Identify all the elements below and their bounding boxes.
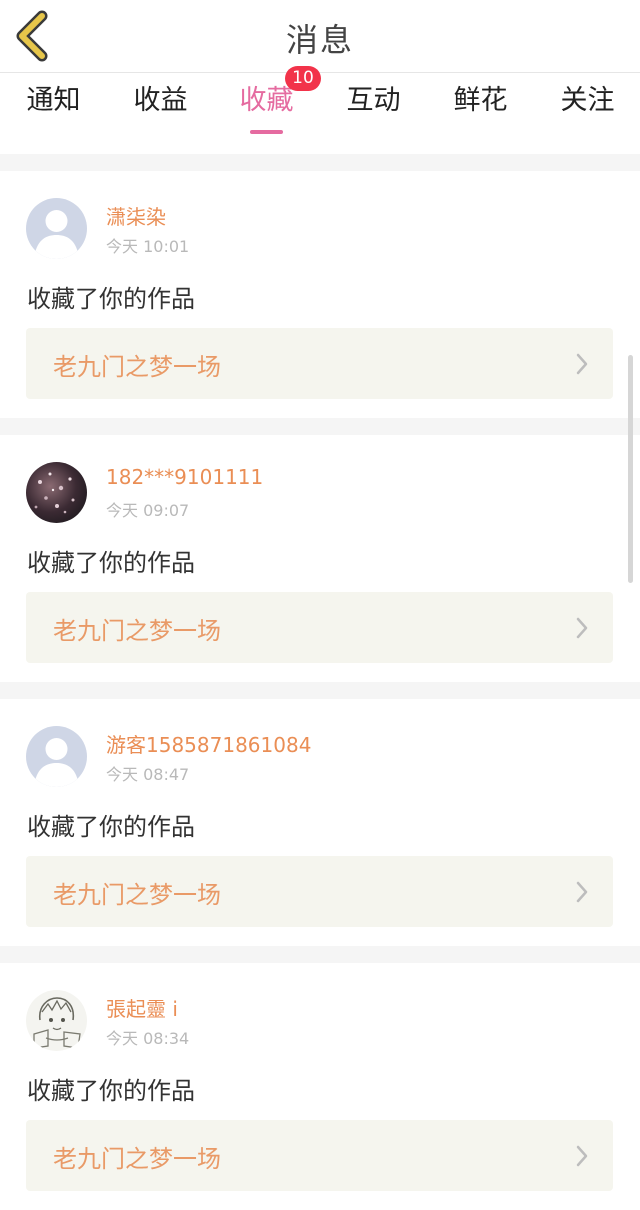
work-title: 老九门之梦一场 bbox=[53, 617, 221, 645]
action-text: 收藏了你的作品 bbox=[27, 813, 195, 841]
avatar[interactable] bbox=[26, 726, 87, 787]
message-card: 張起靈 i 今天 08:34 收藏了你的作品 老九门之梦一场 bbox=[0, 963, 640, 1210]
tab-interactions[interactable]: 互动 bbox=[320, 81, 427, 137]
tab-notifications[interactable]: 通知 bbox=[0, 81, 107, 137]
work-title: 老九门之梦一场 bbox=[53, 881, 221, 909]
active-tab-indicator bbox=[250, 130, 283, 134]
tab-label: 通知 bbox=[26, 85, 81, 116]
chevron-right-icon bbox=[576, 353, 588, 375]
unread-count-badge: 10 bbox=[285, 66, 321, 91]
tab-earnings[interactable]: 收益 bbox=[107, 81, 214, 137]
message-card: 182***9101111 今天 09:07 收藏了你的作品 老九门之梦一场 bbox=[0, 435, 640, 682]
timestamp: 今天 08:34 bbox=[106, 1029, 190, 1048]
tab-label: 收益 bbox=[133, 85, 188, 116]
timestamp: 今天 09:07 bbox=[106, 501, 190, 520]
page-title: 消息 bbox=[285, 21, 354, 59]
work-link[interactable]: 老九门之梦一场 bbox=[26, 856, 613, 927]
avatar[interactable] bbox=[26, 462, 87, 523]
chevron-right-icon bbox=[576, 881, 588, 903]
message-card: 潇柒染 今天 10:01 收藏了你的作品 老九门之梦一场 bbox=[0, 171, 640, 418]
tab-label: 关注 bbox=[560, 85, 615, 116]
default-avatar-icon bbox=[26, 726, 87, 787]
messages-screen: 消息 通知 收益 收藏 互动 鲜花 关注 10 潇柒染 今天 10:01 收藏了… bbox=[0, 0, 640, 1210]
tab-label: 收藏 bbox=[239, 85, 294, 116]
timestamp: 今天 10:01 bbox=[106, 237, 190, 256]
work-title: 老九门之梦一场 bbox=[53, 353, 221, 381]
scrollbar[interactable] bbox=[628, 355, 633, 583]
action-text: 收藏了你的作品 bbox=[27, 1077, 195, 1105]
timestamp: 今天 08:47 bbox=[106, 765, 190, 784]
tab-follows[interactable]: 关注 bbox=[534, 81, 640, 137]
username[interactable]: 182***9101111 bbox=[106, 465, 263, 489]
tab-label: 互动 bbox=[346, 85, 401, 116]
chevron-right-icon bbox=[576, 617, 588, 639]
default-avatar-icon bbox=[26, 198, 87, 259]
work-link[interactable]: 老九门之梦一场 bbox=[26, 592, 613, 663]
avatar[interactable] bbox=[26, 198, 87, 259]
tab-bar: 通知 收益 收藏 互动 鲜花 关注 bbox=[0, 73, 640, 154]
work-link[interactable]: 老九门之梦一场 bbox=[26, 328, 613, 399]
photo-avatar bbox=[26, 462, 87, 523]
work-title: 老九门之梦一场 bbox=[53, 1145, 221, 1173]
sketch-avatar bbox=[26, 990, 87, 1051]
action-text: 收藏了你的作品 bbox=[27, 285, 195, 313]
header-bar: 消息 bbox=[0, 0, 640, 73]
username[interactable]: 張起靈 i bbox=[106, 993, 178, 1022]
message-card: 游客1585871861084 今天 08:47 收藏了你的作品 老九门之梦一场 bbox=[0, 699, 640, 946]
tab-label: 鲜花 bbox=[453, 85, 508, 116]
username[interactable]: 潇柒染 bbox=[106, 201, 166, 230]
username[interactable]: 游客1585871861084 bbox=[106, 729, 311, 758]
avatar[interactable] bbox=[26, 990, 87, 1051]
work-link[interactable]: 老九门之梦一场 bbox=[26, 1120, 613, 1191]
tab-flowers[interactable]: 鲜花 bbox=[427, 81, 534, 137]
action-text: 收藏了你的作品 bbox=[27, 549, 195, 577]
chevron-right-icon bbox=[576, 1145, 588, 1167]
